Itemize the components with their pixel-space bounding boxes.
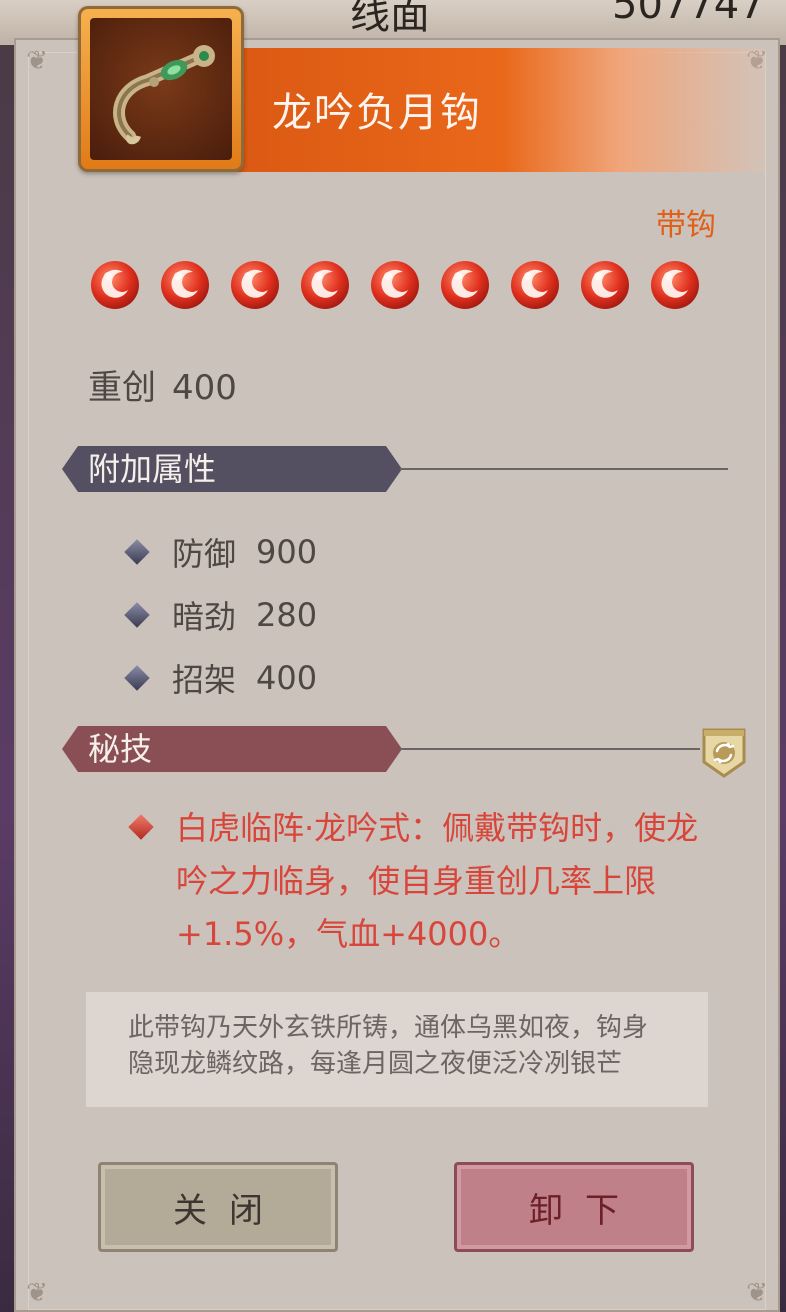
attribute-row: 防御 900 [122,520,317,583]
secret-skill-text: 白虎临阵·龙吟式：佩戴带钩时，使龙吟之力临身，使自身重创几率上限+1.5%，气血… [176,809,699,953]
crescent-star-icon [370,260,420,310]
diamond-bullet-icon [124,538,150,565]
diamond-bullet-icon [124,664,150,691]
swap-skill-button[interactable] [698,726,750,778]
unequip-button[interactable]: 卸下 [454,1162,694,1252]
corner-ornament-icon: ❦ [26,1278,48,1308]
secret-skill-header-label: 秘技 [62,726,402,772]
crescent-star-icon [230,260,280,310]
crescent-star-icon [440,260,490,310]
attribute-row: 招架 400 [122,646,317,709]
diamond-bullet-icon [124,601,150,628]
belt-hook-icon [90,18,232,160]
crescent-star-icon [90,260,140,310]
crescent-star-icon [510,260,560,310]
swap-icon [702,728,746,778]
corner-ornament-icon: ❦ [26,46,48,76]
crescent-star-icon [580,260,630,310]
item-description-box[interactable]: 此带钩乃天外玄铁所铸，通体乌黑如夜，钩身隐现龙鳞纹路，每逢月圆之夜便泛冷冽银芒 [86,992,708,1107]
background-text-left: 线面 [350,0,430,38]
attribute-value: 900 [256,532,318,571]
attribute-value: 280 [256,595,318,634]
section-divider [400,748,700,750]
attribute-label: 防御 [172,534,237,573]
section-divider [400,468,728,470]
item-description: 此带钩乃天外玄铁所铸，通体乌黑如夜，钩身隐现龙鳞纹路，每逢月圆之夜便泛冷冽银芒 [128,1013,649,1079]
crescent-star-icon [650,260,700,310]
base-stat-label: 重创 [88,368,156,408]
crescent-star-icon [300,260,350,310]
corner-ornament-icon: ❦ [746,1278,768,1308]
attribute-label: 暗劲 [172,597,237,636]
attributes-section-header: 附加属性 [62,444,402,494]
star-rating [90,260,700,310]
secret-skill-section-header: 秘技 [62,724,402,774]
attribute-label: 招架 [172,660,237,699]
attribute-row: 暗劲 280 [122,583,317,646]
attributes-header-label: 附加属性 [62,446,402,492]
base-stat-value: 400 [172,368,237,408]
item-type: 带钩 [656,208,716,243]
diamond-bullet-icon [128,814,154,840]
attribute-value: 400 [256,658,318,697]
background-text-right: 507747 [612,0,765,28]
close-button[interactable]: 关闭 [98,1162,338,1252]
crescent-star-icon [160,260,210,310]
secret-skill-entry: 白虎临阵·龙吟式：佩戴带钩时，使龙吟之力临身，使自身重创几率上限+1.5%，气血… [126,802,726,961]
item-name: 龙吟负月钩 [272,90,482,136]
item-icon-frame [78,6,244,172]
base-stat: 重创 400 [88,360,253,409]
attribute-list: 防御 900 暗劲 280 招架 400 [122,520,317,709]
